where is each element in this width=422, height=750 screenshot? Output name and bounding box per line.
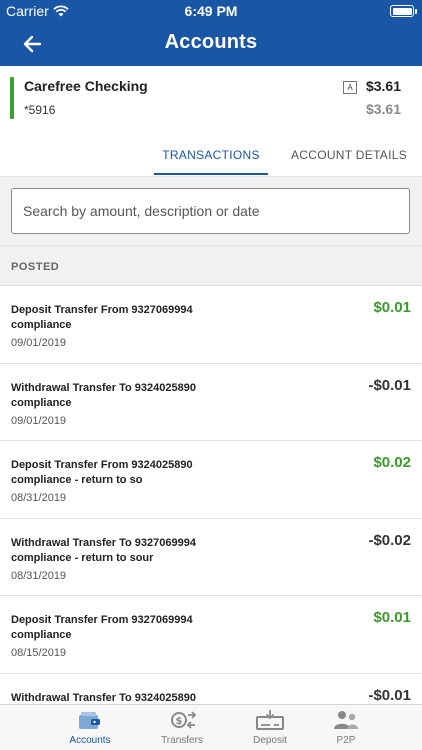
available-balance: $3.61 — [365, 78, 401, 94]
account-summary[interactable]: Carefree Checking *5916 A $3.61 $3.61 — [0, 66, 422, 128]
transaction-amount: -$0.02 — [368, 531, 411, 549]
transaction-date: 09/01/2019 — [11, 414, 67, 427]
account-accent-bar — [10, 77, 14, 119]
status-time: 6:49 PM — [184, 3, 238, 19]
transaction-list: Deposit Transfer From 9327069994 complia… — [0, 286, 422, 704]
tab-transfers-label: Transfers — [161, 735, 203, 746]
transaction-row[interactable]: Withdrawal Transfer To 9324025890 compli… — [0, 363, 422, 441]
transaction-description-line1: Withdrawal Transfer To 9327069994 — [11, 536, 196, 549]
transfer-icon: $ — [171, 711, 197, 729]
transaction-description-line2: compliance - return to sour — [11, 551, 154, 564]
account-name: Carefree Checking — [24, 78, 148, 94]
search-input[interactable] — [11, 188, 410, 234]
transaction-amount: -$0.01 — [368, 686, 411, 704]
navigation-bar: Accounts — [0, 22, 422, 66]
search-container — [0, 176, 422, 246]
battery-icon — [390, 5, 414, 17]
tab-account-details[interactable]: ACCOUNT DETAILS — [286, 148, 412, 162]
transaction-description-line2: compliance - return to so — [11, 474, 143, 486]
transaction-date: 08/31/2019 — [11, 569, 67, 582]
transaction-row[interactable]: Deposit Transfer From 9327069994 complia… — [0, 286, 422, 364]
people-icon — [334, 711, 358, 729]
available-badge: A — [343, 81, 357, 94]
transaction-amount: -$0.01 — [368, 376, 411, 394]
check-deposit-icon — [256, 710, 284, 730]
transaction-row[interactable]: Withdrawal Transfer To 9327069994 compli… — [0, 518, 422, 596]
transaction-date: 09/01/2019 — [11, 337, 67, 349]
transaction-row[interactable]: Deposit Transfer From 9327069994 complia… — [0, 596, 422, 674]
transaction-row[interactable]: Withdrawal Transfer To 9324025890 -$0.01 — [0, 673, 422, 705]
tab-transfers[interactable]: $ Transfers — [136, 705, 228, 750]
transaction-description-line1: Deposit Transfer From 9324025890 — [11, 459, 193, 471]
battery-tip — [415, 9, 417, 14]
transaction-description: Deposit Transfer From 9324025890 complia… — [11, 458, 251, 488]
bottom-tab-bar: Accounts $ Transfers Deposit P2P — [0, 704, 422, 750]
transaction-row[interactable]: Deposit Transfer From 9324025890 complia… — [0, 441, 422, 519]
transaction-description: Withdrawal Transfer To 9324025890 — [11, 691, 251, 705]
transaction-description-line2: compliance — [11, 629, 72, 641]
transaction-description-line2: compliance — [11, 319, 72, 331]
active-tab-indicator — [154, 173, 268, 175]
transaction-date: 08/15/2019 — [11, 647, 67, 659]
transaction-description-line1: Withdrawal Transfer To 9324025890 — [11, 691, 196, 704]
transaction-date: 08/31/2019 — [11, 492, 67, 504]
status-bar: Carrier 6:49 PM — [0, 0, 422, 22]
transaction-description-line1: Withdrawal Transfer To 9324025890 — [11, 381, 196, 394]
svg-text:$: $ — [176, 716, 183, 727]
transaction-description: Withdrawal Transfer To 9324025890 compli… — [11, 381, 251, 411]
tab-accounts[interactable]: Accounts — [44, 705, 136, 750]
transaction-description-line1: Deposit Transfer From 9327069994 — [11, 304, 193, 316]
wallet-icon — [79, 712, 100, 729]
account-tabs: TRANSACTIONS ACCOUNT DETAILS — [0, 128, 422, 176]
transaction-description-line1: Deposit Transfer From 9327069994 — [11, 614, 193, 626]
transaction-description-line2: compliance — [11, 396, 72, 409]
account-number: *5916 — [24, 103, 56, 117]
section-header: POSTED — [0, 246, 422, 286]
tab-transactions[interactable]: TRANSACTIONS — [154, 148, 268, 162]
page-title: Accounts — [164, 31, 258, 53]
transaction-amount: $0.01 — [373, 299, 411, 316]
transaction-description: Withdrawal Transfer To 9327069994 compli… — [11, 536, 251, 566]
transaction-amount: $0.01 — [373, 609, 411, 626]
transaction-description: Deposit Transfer From 9327069994 complia… — [11, 303, 251, 333]
transaction-description: Deposit Transfer From 9327069994 complia… — [11, 613, 251, 643]
tab-p2p-label: P2P — [336, 735, 356, 746]
current-balance: $3.61 — [365, 101, 401, 117]
section-header-label: POSTED — [11, 261, 60, 273]
transaction-amount: $0.02 — [373, 454, 411, 471]
tab-accounts-label: Accounts — [69, 735, 111, 746]
tab-p2p[interactable]: P2P — [300, 705, 392, 750]
